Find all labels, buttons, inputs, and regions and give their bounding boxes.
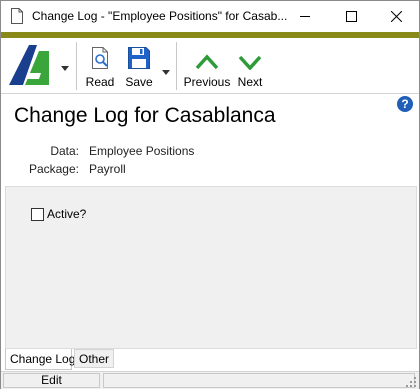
status-bar: Edit [1, 371, 419, 389]
status-message [103, 373, 415, 388]
close-button[interactable] [373, 1, 419, 32]
minimize-button[interactable] [282, 1, 328, 32]
data-value: Employee Positions [89, 144, 195, 158]
title-bar[interactable]: Change Log - "Employee Positions" for Ca… [1, 1, 419, 32]
data-label: Data: [50, 144, 79, 158]
save-dropdown-arrow-icon[interactable] [162, 64, 170, 78]
next-label: Next [237, 75, 263, 89]
tab-other[interactable]: Other [74, 349, 114, 368]
save-button[interactable]: Save [123, 44, 155, 90]
read-document-icon [92, 47, 108, 69]
app-logo-icon [7, 43, 51, 87]
next-button[interactable]: Next [236, 44, 264, 90]
page-title: Change Log for Casablanca [14, 104, 276, 127]
chevron-up-icon [195, 54, 219, 70]
minimize-icon [299, 16, 310, 17]
close-icon [390, 11, 402, 22]
active-label: Active? [47, 207, 87, 221]
read-label: Read [85, 75, 115, 89]
window-title: Change Log - "Employee Positions" for Ca… [32, 9, 287, 23]
read-button[interactable]: Read [85, 44, 115, 90]
package-label: Package: [28, 162, 79, 176]
change-log-panel: Active? [5, 186, 417, 349]
previous-label: Previous [183, 75, 231, 89]
toolbar-separator [176, 42, 177, 90]
maximize-icon [345, 11, 357, 22]
save-label: Save [125, 75, 153, 89]
app-logo-menu[interactable] [7, 43, 51, 87]
save-disk-icon [128, 47, 150, 69]
resize-grip-icon[interactable] [405, 376, 417, 388]
maximize-button[interactable] [328, 1, 374, 32]
active-checkbox-row[interactable]: Active? [31, 207, 86, 221]
package-value: Payroll [89, 162, 126, 176]
status-mode: Edit [3, 373, 100, 388]
logo-dropdown-arrow-icon[interactable] [61, 60, 69, 74]
document-icon [11, 8, 23, 24]
tab-change-log[interactable]: Change Log [5, 349, 75, 370]
help-icon[interactable]: ? [397, 96, 413, 112]
toolbar-separator [76, 42, 77, 90]
change-log-window: Change Log - "Employee Positions" for Ca… [0, 0, 420, 389]
previous-button[interactable]: Previous [183, 44, 231, 90]
toolbar: Read Save Previous Next [1, 38, 419, 94]
chevron-down-icon [238, 55, 262, 70]
active-checkbox[interactable] [31, 207, 44, 221]
